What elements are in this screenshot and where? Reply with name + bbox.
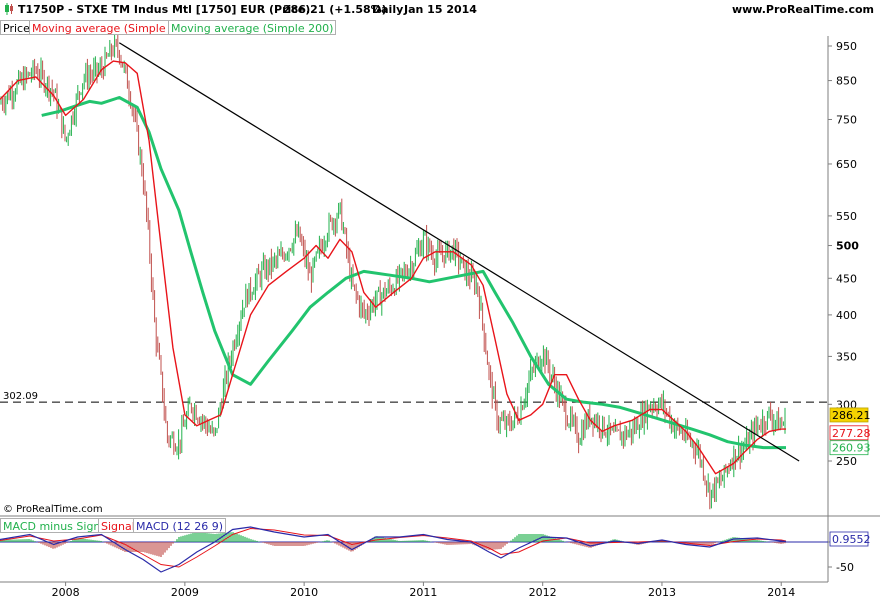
x-tick-label: 2010 — [290, 586, 318, 599]
x-tick-label: 2014 — [767, 586, 795, 599]
legend-signal-label: Signal — [101, 520, 135, 533]
price-chart[interactable]: 2503003504004505005506507508509502008 200… — [0, 0, 880, 600]
y-tick-label: 550 — [836, 210, 857, 223]
legend-macd-label: MACD (12 26 9) — [136, 520, 224, 533]
y-tick-label: 250 — [836, 455, 857, 468]
y-tick-label: 450 — [836, 272, 857, 285]
last-price-label: 286.21 — [832, 409, 871, 422]
y-tick-label: 500 — [836, 240, 859, 253]
x-tick-label: 2009 — [171, 586, 199, 599]
x-tick-label: 2008 — [52, 586, 80, 599]
last-ma200-label: 260.93 — [832, 442, 871, 455]
legend-ma50[interactable]: Moving average (Simple 50) — [29, 20, 191, 35]
y-tick-label: 750 — [836, 113, 857, 126]
resistance-label: 302.09 — [3, 391, 38, 402]
legend-price[interactable]: Price — [0, 20, 33, 35]
legend-ma200[interactable]: Moving average (Simple 200) — [168, 20, 337, 35]
y-tick-label: 950 — [836, 40, 857, 53]
last-ma50-label: 277.28 — [832, 427, 871, 440]
legend-ma200-label: Moving average (Simple 200) — [171, 22, 334, 35]
legend-price-label: Price — [3, 22, 30, 35]
x-tick-label: 2011 — [409, 586, 437, 599]
legend-ma50-label: Moving average (Simple 50) — [32, 22, 188, 35]
y-tick-label: 400 — [836, 309, 857, 322]
y-tick-label: 650 — [836, 158, 857, 171]
legend-signal[interactable]: Signal — [98, 518, 138, 533]
y-tick-label: 350 — [836, 350, 857, 363]
signal-line — [0, 527, 787, 568]
macd-y-tick-label: -50 — [836, 561, 854, 574]
legend-macd-hist[interactable]: MACD minus Signal — [0, 518, 114, 533]
legend-macd-hist-label: MACD minus Signal — [3, 520, 111, 533]
copyright-text: © ProRealTime.com — [3, 504, 103, 515]
x-tick-label: 2012 — [529, 586, 557, 599]
y-tick-label: 850 — [836, 75, 857, 88]
macd-last-label: 0.9552 — [832, 533, 871, 546]
legend-macd[interactable]: MACD (12 26 9) — [133, 518, 227, 533]
x-tick-label: 2013 — [648, 586, 676, 599]
